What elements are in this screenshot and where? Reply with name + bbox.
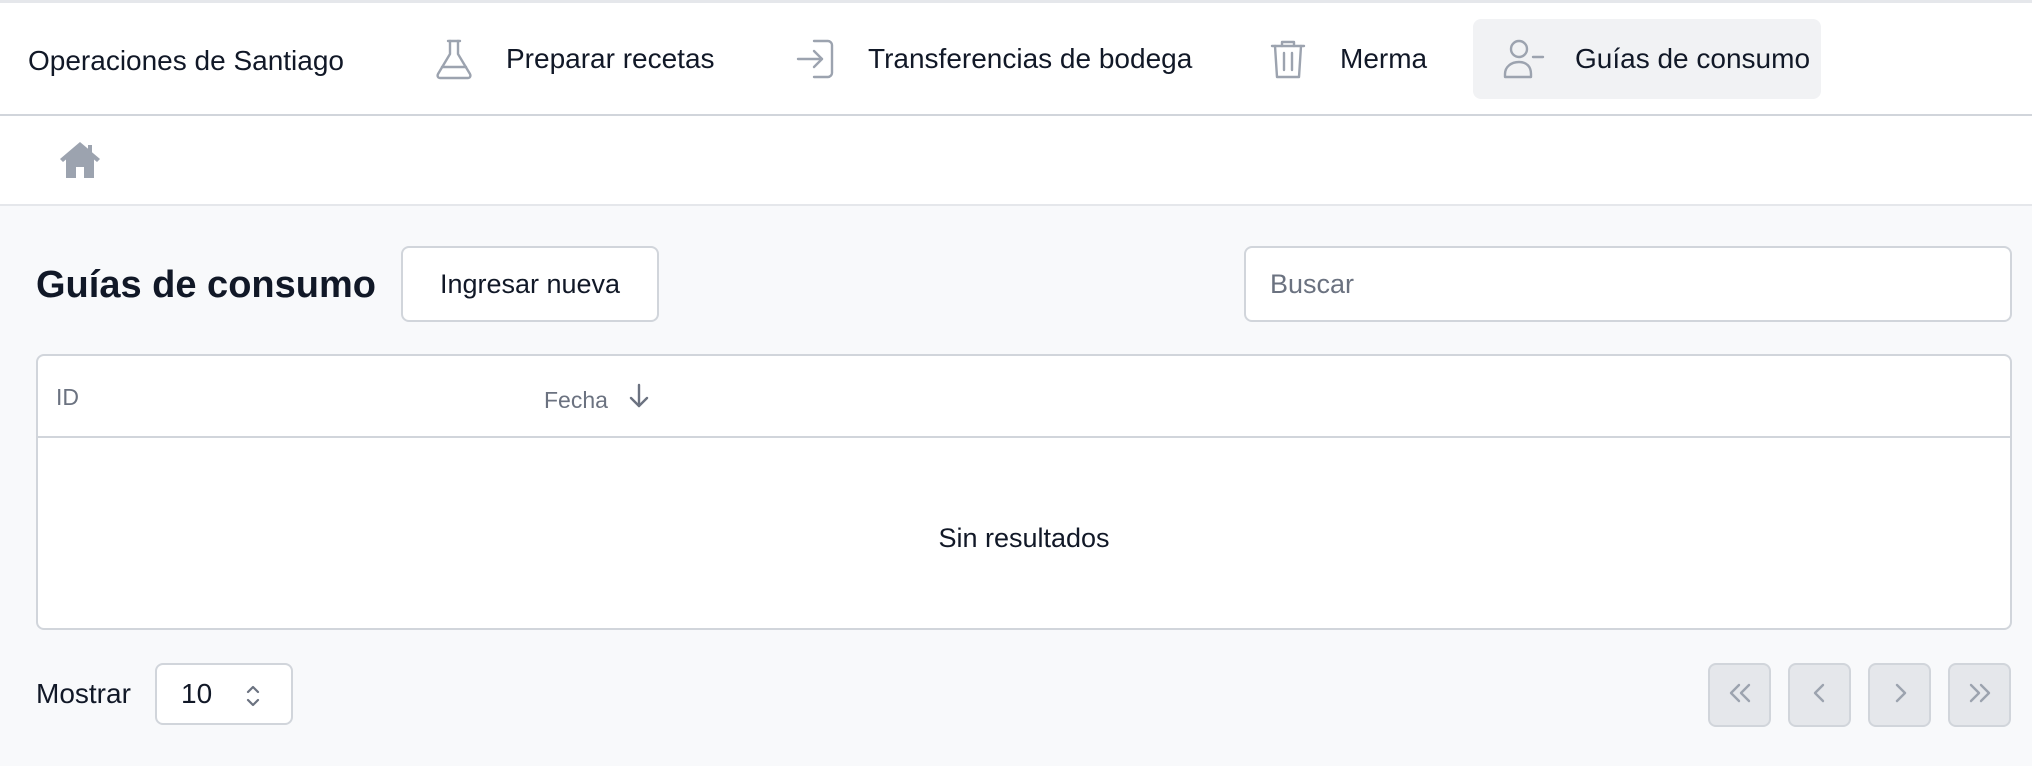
nav-item-transferencias-de-bodega[interactable]: Transferencias de bodega xyxy=(790,19,1210,99)
table-header: ID Fecha xyxy=(38,356,2010,438)
top-navigation-bar: Operaciones de Santiago Preparar recetas… xyxy=(0,0,2032,116)
app-title: Operaciones de Santiago xyxy=(28,45,344,76)
page-size-value: 10 xyxy=(181,678,213,709)
trash-icon xyxy=(1262,33,1314,85)
nav-item-merma[interactable]: Merma xyxy=(1262,19,1432,99)
search-input[interactable] xyxy=(1244,246,2012,322)
column-header-label: ID xyxy=(56,384,79,410)
column-header-fecha[interactable]: Fecha xyxy=(544,382,652,417)
nav-item-label: Merma xyxy=(1340,43,1428,74)
nav-item-preparar-recetas[interactable]: Preparar recetas xyxy=(428,19,728,99)
chevron-right-icon xyxy=(1890,681,1910,710)
chevron-up-down-icon xyxy=(245,683,261,714)
data-table: ID Fecha Sin resultados xyxy=(36,354,2012,630)
column-header-label: Fecha xyxy=(544,386,608,413)
home-icon[interactable] xyxy=(58,138,102,182)
double-chevron-left-icon xyxy=(1725,681,1755,710)
page-size-label: Mostrar xyxy=(36,678,131,709)
user-minus-icon xyxy=(1497,33,1549,85)
arrow-down-icon xyxy=(608,382,652,417)
double-chevron-right-icon xyxy=(1965,681,1995,710)
add-new-button[interactable]: Ingresar nueva xyxy=(401,246,659,322)
previous-page-button[interactable] xyxy=(1788,663,1851,727)
last-page-button[interactable] xyxy=(1948,663,2011,727)
login-arrow-icon xyxy=(790,33,842,85)
flask-icon xyxy=(428,33,480,85)
nav-item-label: Preparar recetas xyxy=(506,43,715,74)
page-title: Guías de consumo xyxy=(36,264,376,306)
breadcrumb xyxy=(0,116,2032,206)
empty-state-message: Sin resultados xyxy=(938,523,1110,553)
column-header-id[interactable]: ID xyxy=(56,382,79,412)
nav-item-label: Guías de consumo xyxy=(1575,43,1811,74)
page-size-select[interactable]: 10 xyxy=(155,663,293,725)
next-page-button[interactable] xyxy=(1868,663,1931,727)
nav-item-guias-de-consumo[interactable]: Guías de consumo xyxy=(1473,19,1821,99)
first-page-button[interactable] xyxy=(1708,663,1771,727)
chevron-left-icon xyxy=(1810,681,1830,710)
nav-item-label: Transferencias de bodega xyxy=(868,43,1193,74)
